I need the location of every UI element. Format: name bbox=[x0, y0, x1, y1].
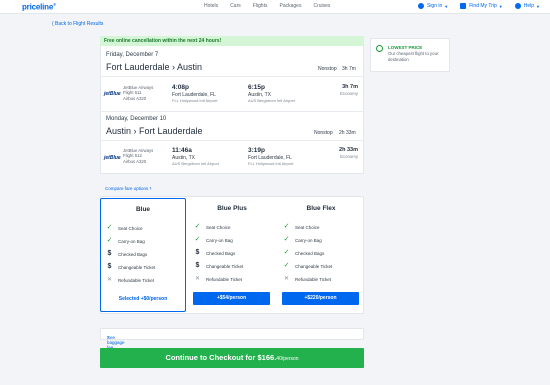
outbound-arrive-time: 6:15p bbox=[248, 84, 265, 91]
outbound-stops: Nonstop bbox=[318, 66, 337, 72]
feature-refundable: ✕ Refundable Ticket bbox=[106, 277, 155, 283]
check-icon: ✓ bbox=[106, 237, 113, 244]
feature-refundable: ✕ Refundable Ticket bbox=[283, 276, 332, 282]
divider bbox=[100, 111, 364, 112]
feature-carry-on: ✓ Carry-on Bag bbox=[194, 236, 233, 243]
check-icon: ✓ bbox=[283, 223, 290, 230]
outbound-total-duration: 3h 7m bbox=[342, 66, 356, 72]
outbound-date: Friday, December 7 bbox=[106, 52, 159, 58]
return-depart-time: 11:46a bbox=[172, 147, 192, 154]
baggage-info-row[interactable]: See baggage fee information › bbox=[100, 328, 364, 355]
jetblue-logo: jetBlue bbox=[104, 91, 121, 97]
outbound-depart-time: 4:08p bbox=[172, 84, 189, 91]
fare-card-blue-plus: Blue Plus ✓ Seat Choice ✓ Carry-on Bag $ Ch… bbox=[189, 198, 275, 312]
feature-changeable: $ Changeable Ticket bbox=[105, 263, 156, 270]
nav-account: Sign in ▼ Find My Trip ▼ Help ▼ bbox=[406, 3, 540, 9]
chevron-down-icon: ▼ bbox=[536, 3, 540, 9]
feature-changeable: $ Changeable Ticket bbox=[193, 262, 244, 269]
outbound-airline-info: JetBlue Airways Flight 511 Airbus A320 bbox=[123, 85, 154, 101]
check-icon: ✓ bbox=[194, 223, 201, 230]
fare-selected-label: Selected +$0/person bbox=[118, 296, 168, 302]
select-blue-plus-button[interactable]: +$54/person bbox=[193, 292, 270, 305]
outbound-duration: 3h 7m bbox=[342, 84, 358, 90]
outbound-depart-airport: FLL Hollywood Intl Airport bbox=[172, 98, 218, 103]
top-nav: priceline® Hotels Cars Flights Packages … bbox=[0, 0, 550, 14]
feature-changeable: ✓ Changeable Ticket bbox=[283, 262, 333, 269]
check-icon: ✓ bbox=[283, 236, 290, 243]
check-icon: ✓ bbox=[194, 236, 201, 243]
return-route: Austin › Fort Lauderdale bbox=[106, 126, 203, 136]
return-arrive-time: 3:19p bbox=[248, 147, 265, 154]
nav-links: Hotels Cars Flights Packages Cruises bbox=[204, 3, 342, 9]
outbound-route: Fort Lauderdale › Austin bbox=[106, 62, 203, 72]
divider bbox=[100, 140, 364, 141]
feature-checked-bags: $ Checked Bags bbox=[105, 250, 148, 257]
feature-seat-choice: ✓ Seat Choice bbox=[106, 224, 143, 231]
return-arrive-airport: FLL Hollywood Intl Airport bbox=[248, 161, 294, 166]
dollar-icon: $ bbox=[195, 249, 200, 256]
outbound-cabin: Economy bbox=[340, 91, 358, 96]
priceline-logo[interactable]: priceline® bbox=[22, 2, 56, 12]
check-circle-icon bbox=[376, 45, 383, 52]
nav-link-cars[interactable]: Cars bbox=[230, 3, 241, 9]
nav-link-cruises[interactable]: Cruises bbox=[313, 3, 330, 9]
return-stops: Nonstop bbox=[314, 130, 333, 136]
feature-checked-bags: $ Checked Bags bbox=[193, 249, 236, 256]
nav-link-hotels[interactable]: Hotels bbox=[204, 3, 218, 9]
feature-carry-on: ✓ Carry-on Bag bbox=[106, 237, 145, 244]
x-icon: ✕ bbox=[194, 276, 201, 282]
return-depart-airport: AUS Bergstrom Intl Airport bbox=[172, 161, 219, 166]
nav-link-packages[interactable]: Packages bbox=[279, 3, 301, 9]
find-my-trip-button[interactable]: Find My Trip ▼ bbox=[460, 3, 503, 9]
feature-seat-choice: ✓ Seat Choice bbox=[194, 223, 231, 230]
continue-to-checkout-button[interactable]: Continue to Checkout for $166.40/person bbox=[100, 348, 364, 368]
jetblue-logo: jetBlue bbox=[104, 155, 121, 161]
x-icon: ✕ bbox=[283, 276, 290, 282]
lowest-price-box: LOWEST PRICE Our cheapest flight to your… bbox=[370, 38, 450, 72]
help-button[interactable]: Help ▼ bbox=[514, 3, 540, 9]
x-icon: ✕ bbox=[106, 277, 113, 283]
lowest-price-text: Our cheapest flight to your destination bbox=[388, 51, 439, 62]
divider bbox=[100, 76, 364, 77]
chevron-right-icon: › bbox=[107, 335, 109, 341]
chevron-down-icon: ▼ bbox=[444, 3, 449, 9]
compare-fares-link[interactable]: Compare fare options › bbox=[105, 186, 152, 192]
return-total-duration: 2h 33m bbox=[339, 130, 356, 136]
nav-link-flights[interactable]: Flights bbox=[253, 3, 268, 9]
check-icon: ✓ bbox=[283, 262, 290, 269]
back-to-results-link[interactable]: ( Back to Flight Results bbox=[52, 21, 103, 27]
user-icon bbox=[417, 3, 424, 9]
lowest-price-title: LOWEST PRICE bbox=[388, 45, 423, 50]
feature-carry-on: ✓ Carry-on Bag bbox=[283, 236, 322, 243]
feature-checked-bags: ✓ Checked Bags bbox=[283, 249, 325, 256]
select-blue-flex-button[interactable]: +$220/person bbox=[282, 292, 359, 305]
fare-card-blue-flex: Blue Flex ✓ Seat Choice ✓ Carry-on Bag ✓ Ch… bbox=[278, 198, 364, 312]
return-cabin: Economy bbox=[340, 154, 358, 159]
chevron-right-icon: › bbox=[149, 186, 152, 192]
dollar-icon: $ bbox=[107, 263, 112, 270]
fare-card-blue[interactable]: Blue ✓ Seat Choice ✓ Carry-on Bag $ Checked… bbox=[100, 198, 186, 312]
feature-refundable: ✕ Refundable Ticket bbox=[194, 276, 243, 282]
outbound-arrive-airport: AUS Bergstrom Intl Airport bbox=[248, 98, 295, 103]
return-airline-info: JetBlue Airways Flight 512 Airbus A320 bbox=[123, 148, 154, 164]
check-icon: ✓ bbox=[283, 249, 290, 256]
check-icon: ✓ bbox=[106, 224, 113, 231]
sign-in-button[interactable]: Sign in ▼ bbox=[417, 3, 449, 9]
dollar-icon: $ bbox=[195, 262, 200, 269]
help-icon bbox=[514, 3, 521, 9]
feature-seat-choice: ✓ Seat Choice bbox=[283, 223, 320, 230]
chevron-down-icon: ▼ bbox=[498, 3, 503, 9]
dollar-icon: $ bbox=[107, 250, 112, 257]
return-date: Monday, December 10 bbox=[106, 116, 167, 122]
briefcase-icon bbox=[460, 3, 467, 9]
return-duration: 2h 33m bbox=[339, 147, 358, 153]
cancellation-banner: Free online cancellation within the next… bbox=[100, 36, 364, 46]
